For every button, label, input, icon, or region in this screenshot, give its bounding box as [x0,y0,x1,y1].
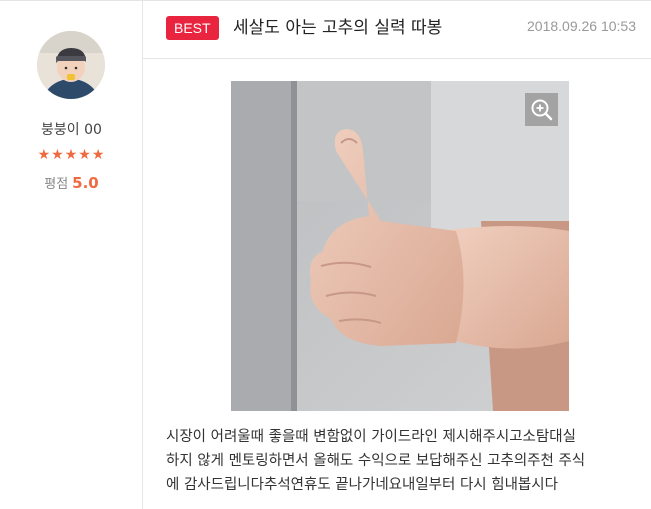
score-label: 평점 [44,177,69,192]
post-header: BEST 세살도 아는 고추의 실력 따봉 2018.09.26 10:53 [143,1,651,59]
thumbs-up-photo [231,81,569,411]
content-line: 시장이 어려울때 좋을때 변함없이 가이드라인 제시해주시고소탐대실 [166,429,576,445]
post-content: 시장이 어려울때 좋을때 변함없이 가이드라인 제시해주시고소탐대실 하지 않게… [166,425,636,497]
best-badge: BEST [166,16,219,40]
score-value: 5.0 [72,174,99,192]
zoom-in-icon [531,99,553,121]
rating-stars: ★★★★★ [37,147,106,163]
post-date: 2018.09.26 10:53 [527,18,636,34]
content-line: 에 감사드립니다추석연휴도 끝나가네요내일부터 다시 힘내봅시다 [166,477,558,493]
avatar[interactable] [37,31,105,99]
zoom-button[interactable] [525,93,558,126]
post-title[interactable]: 세살도 아는 고추의 실력 따봉 [233,16,442,40]
content-line: 하지 않게 멘토링하면서 올해도 수익으로 보답해주신 고추의주천 주식 [166,453,586,469]
avatar-image [37,31,105,99]
author-panel: 붕붕이 00 ★★★★★ 평점 5.0 [0,1,143,509]
review-card: 붕붕이 00 ★★★★★ 평점 5.0 BEST 세살도 아는 고추의 실력 따봉… [0,0,651,509]
author-nickname[interactable]: 붕붕이 00 [0,119,143,139]
rating-row: 평점 5.0 [0,173,143,192]
post-photo[interactable] [231,81,569,411]
